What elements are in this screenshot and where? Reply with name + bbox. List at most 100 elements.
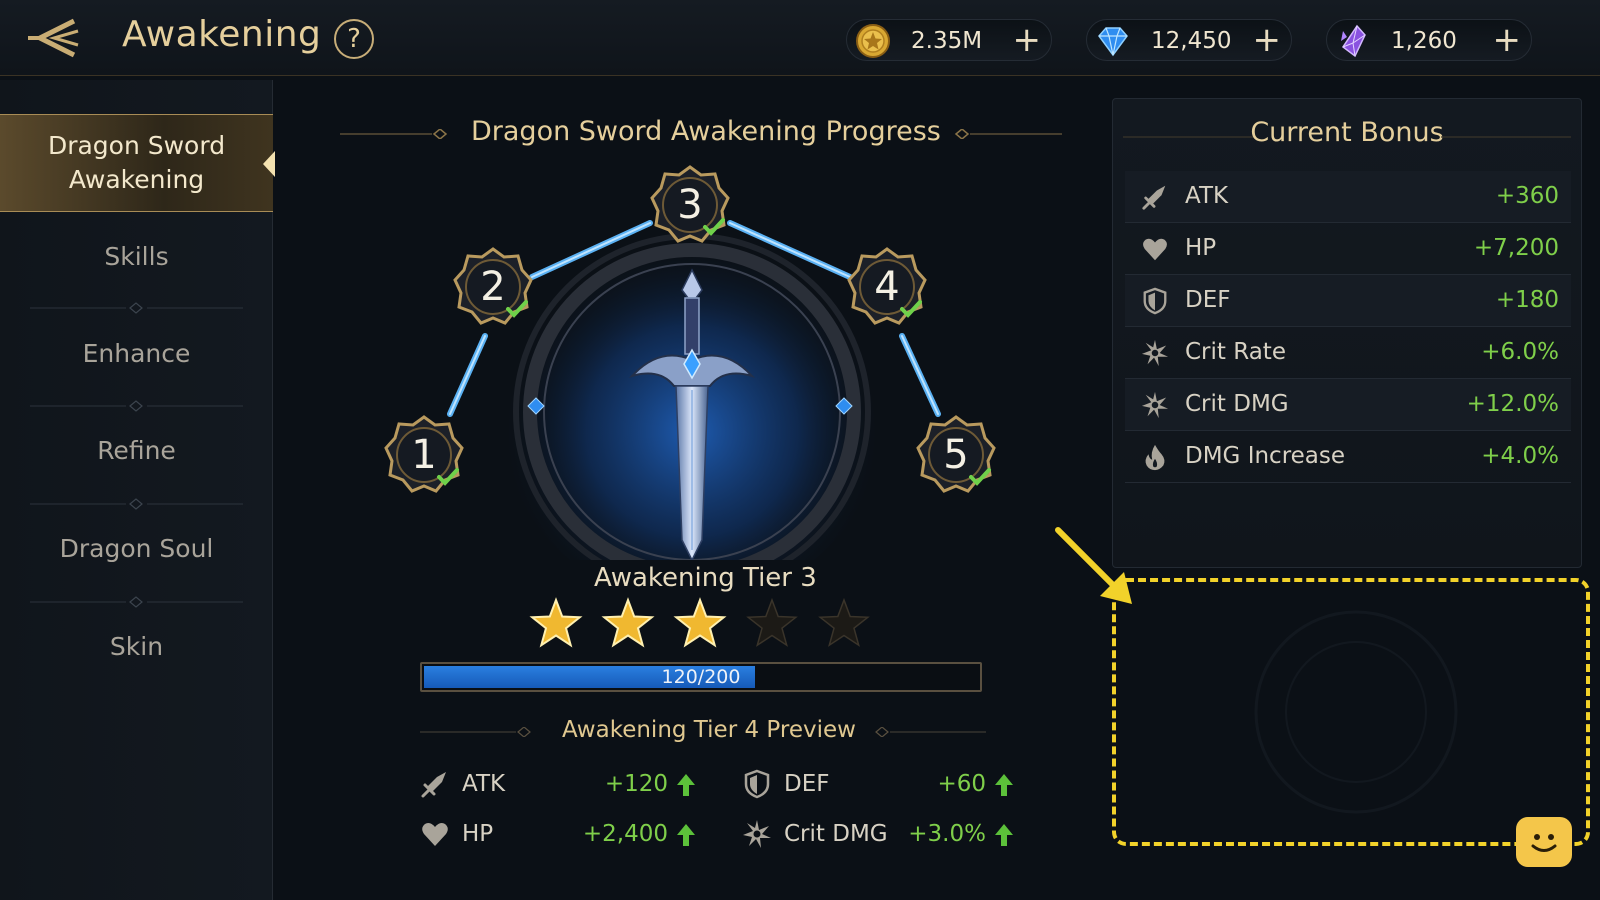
smiley-chat-icon	[1524, 834, 1557, 863]
page-title: Awakening	[122, 14, 322, 55]
crit-icon	[1141, 339, 1169, 367]
help-button[interactable]: ?	[334, 19, 374, 59]
bonus-row-atk: ATK +360	[1125, 171, 1571, 223]
sidebar-item-refine[interactable]: Refine	[0, 436, 273, 465]
bonus-row-dmg-increase: DMG Increase +4.0%	[1125, 431, 1571, 483]
awakening-progress-title: Dragon Sword Awakening Progress	[471, 116, 941, 147]
gold-currency: 2.35M +	[846, 19, 1052, 61]
sidebar-item-enhance[interactable]: Enhance	[0, 339, 273, 368]
back-arrow-icon	[28, 18, 79, 58]
awakening-node-5[interactable]: 5	[915, 414, 997, 496]
node-number: 4	[874, 264, 900, 310]
preview-stat-label: ATK	[462, 771, 506, 797]
bonus-row-crit-rate: Crit Rate +6.0%	[1125, 327, 1571, 379]
bonus-label: HP	[1185, 235, 1217, 261]
check-icon	[506, 300, 528, 318]
sword-icon	[421, 772, 446, 798]
awakening-node-4[interactable]: 4	[846, 246, 928, 328]
crit-icon	[743, 820, 771, 848]
check-icon	[437, 468, 459, 486]
awakening-node-2[interactable]: 2	[452, 246, 534, 328]
star-empty-icon	[746, 597, 798, 647]
node-number: 1	[411, 432, 437, 478]
sidebar-item-skills[interactable]: Skills	[0, 242, 273, 271]
preview-stat-value: +3.0%	[908, 821, 986, 847]
add-diamond-button[interactable]: +	[1253, 22, 1282, 58]
heart-icon	[1143, 238, 1167, 261]
gold-coin-icon	[856, 24, 890, 58]
bonus-label: Crit Rate	[1185, 339, 1286, 365]
diamond-icon	[1098, 27, 1128, 57]
node-number: 5	[943, 432, 969, 478]
diamond-amount: 12,450	[1151, 28, 1232, 54]
check-icon	[900, 300, 922, 318]
sidebar-divider	[30, 302, 243, 314]
arrow-up-icon	[995, 774, 1013, 796]
bonus-value: +360	[1495, 183, 1559, 209]
current-bonus-title: Current Bonus	[1250, 117, 1444, 148]
bonus-row-crit-dmg: Crit DMG +12.0%	[1125, 379, 1571, 431]
sidebar-divider	[30, 400, 243, 412]
heart-icon	[422, 823, 448, 846]
preview-stat-atk: ATK +120	[420, 769, 700, 803]
star-empty-icon	[818, 597, 870, 647]
preview-ornament-right	[875, 727, 986, 737]
preview-stat-crit-dmg: Crit DMG +3.0%	[742, 819, 1018, 853]
faint-emblem-watermark	[1254, 610, 1458, 814]
star-filled-icon	[673, 597, 727, 648]
tier-preview-title: Awakening Tier 4 Preview	[562, 717, 856, 743]
node-number: 3	[677, 182, 703, 228]
crit-icon	[1141, 391, 1169, 419]
preview-stat-label: HP	[462, 821, 494, 847]
star-filled-icon	[601, 597, 655, 648]
bonus-value: +7,200	[1473, 235, 1559, 261]
add-crystal-button[interactable]: +	[1493, 22, 1522, 58]
bonus-label: ATK	[1185, 183, 1229, 209]
preview-stat-hp: HP +2,400	[420, 819, 700, 853]
sidebar-item-dragon-sword-awakening[interactable]: Dragon Sword Awakening	[0, 114, 275, 212]
sword-icon	[1142, 185, 1166, 210]
check-icon	[969, 468, 991, 486]
sidebar-item-label: Dragon Sword Awakening	[47, 131, 226, 194]
purple-crystal-icon	[1341, 24, 1366, 58]
bonus-value: +180	[1495, 287, 1559, 313]
title-ornament-right	[954, 129, 1062, 139]
preview-stat-label: Crit DMG	[784, 821, 888, 847]
flame-icon	[1145, 444, 1165, 471]
bonus-value: +4.0%	[1481, 443, 1559, 469]
add-gold-button[interactable]: +	[1013, 22, 1042, 58]
crystal-amount: 1,260	[1391, 28, 1457, 54]
back-button[interactable]	[20, 12, 84, 64]
bonus-value: +12.0%	[1466, 391, 1559, 417]
top-bar: Awakening ? 2.35M + 12,450 + 1,260 +	[0, 0, 1600, 76]
current-bonus-panel: Current Bonus ATK +360 HP +7,200 DEF +18…	[1112, 98, 1582, 568]
chat-assistant-button[interactable]	[1516, 817, 1572, 867]
title-ornament-left	[340, 129, 448, 139]
progress-text: 120/200	[661, 666, 741, 688]
awakening-node-3[interactable]: 3	[649, 164, 731, 246]
gold-amount: 2.35M	[911, 28, 983, 54]
awakening-tier-label: Awakening Tier 3	[594, 563, 817, 593]
star-filled-icon	[529, 597, 583, 648]
node-number: 2	[480, 264, 506, 310]
bonus-value: +6.0%	[1481, 339, 1559, 365]
preview-stat-value: +120	[604, 771, 668, 797]
arrow-up-icon	[995, 824, 1013, 846]
arrow-up-icon	[677, 824, 695, 846]
preview-stat-label: DEF	[784, 771, 830, 797]
awakening-node-1[interactable]: 1	[383, 414, 465, 496]
bonus-row-def: DEF +180	[1125, 275, 1571, 327]
shield-icon	[744, 769, 770, 799]
highlight-empty-slot[interactable]	[1112, 578, 1590, 846]
sidebar-item-skin[interactable]: Skin	[0, 632, 273, 661]
preview-ornament-left	[420, 727, 531, 737]
sidebar: Dragon Sword Awakening Skills Enhance Re…	[0, 80, 275, 900]
check-icon	[703, 218, 725, 236]
sidebar-item-dragon-soul[interactable]: Dragon Soul	[0, 534, 273, 563]
bonus-label: DEF	[1185, 287, 1231, 313]
tier-stars	[529, 597, 870, 648]
crystal-currency: 1,260 +	[1326, 19, 1532, 61]
sidebar-divider	[30, 498, 243, 510]
awakening-stage: 1 2 3 4 5	[380, 150, 1020, 560]
bonus-row-hp: HP +7,200	[1125, 223, 1571, 275]
